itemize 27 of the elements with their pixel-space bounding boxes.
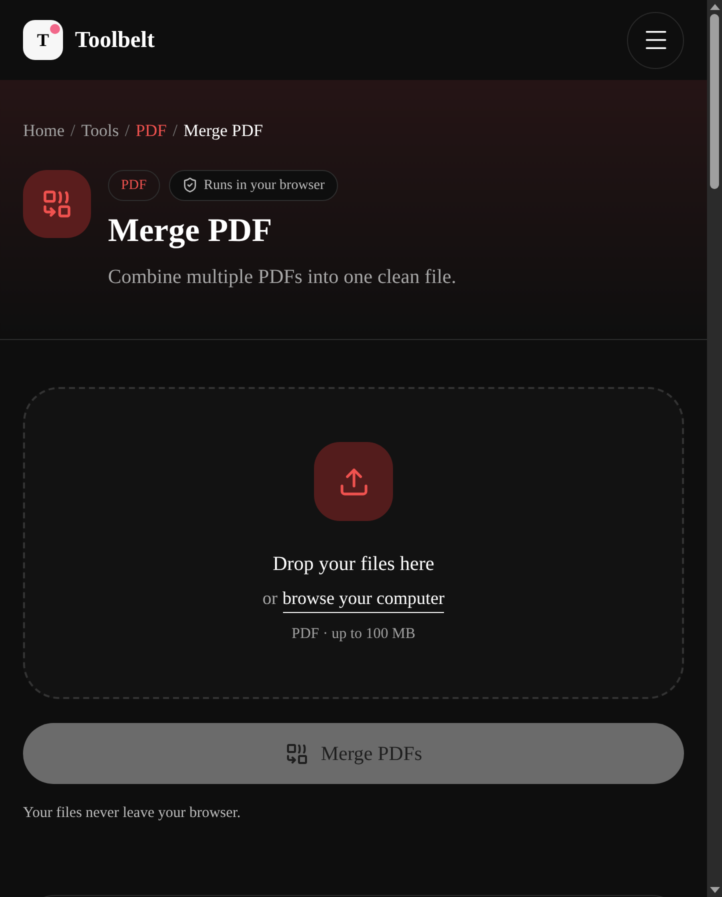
upload-icon — [338, 466, 370, 498]
scroll-thumb[interactable] — [710, 14, 719, 189]
scroll-up-icon — [710, 4, 720, 10]
drop-heading: Drop your files here — [272, 552, 434, 577]
menu-button[interactable] — [627, 12, 684, 68]
breadcrumb-link[interactable]: Tools — [81, 118, 119, 144]
breadcrumb-separator: / — [70, 120, 76, 142]
breadcrumb-link[interactable]: Home — [23, 118, 65, 144]
privacy-note: Your files never leave your browser. — [23, 804, 242, 823]
category-badge: PDF — [108, 170, 160, 200]
brand-name: Toolbelt — [75, 26, 155, 54]
breadcrumb-current: Merge PDF — [183, 120, 263, 142]
breadcrumb-link[interactable]: PDF — [136, 118, 167, 144]
breadcrumb-separator: / — [124, 120, 130, 142]
drop-zone[interactable]: Drop your files here or browse your computer PDF · up to 100 MB — [23, 387, 684, 699]
file-hint: PDF · up to 100 MB — [292, 625, 416, 644]
browse-link[interactable]: browse your computer — [282, 585, 444, 613]
logo[interactable]: T — [23, 20, 63, 60]
page-title: Merge PDF — [108, 212, 273, 250]
scroll-down-icon — [710, 887, 720, 893]
page-subtitle: Combine multiple PDFs into one clean file. — [108, 264, 456, 290]
merge-icon — [284, 742, 309, 766]
merge-icon — [41, 188, 73, 220]
or-text: or — [262, 587, 278, 610]
breadcrumb-separator: / — [172, 120, 178, 142]
shield-icon — [182, 177, 198, 193]
browser-badge: Runs in your browser — [168, 170, 338, 200]
